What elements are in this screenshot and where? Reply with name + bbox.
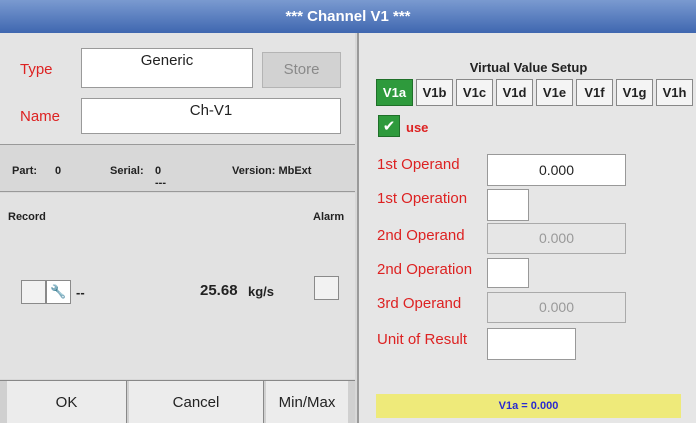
measured-unit: kg/s (248, 284, 275, 299)
minmax-button[interactable]: Min/Max (266, 381, 348, 423)
part-label: Part: (12, 165, 38, 177)
tab-v1a[interactable]: V1a (376, 79, 413, 106)
type-label: Type (20, 61, 53, 78)
wrench-icon[interactable]: 🔧 (46, 280, 71, 304)
measured-value: 25.68 (200, 282, 238, 299)
use-checkbox[interactable]: ✔ (378, 115, 400, 137)
alarm-label: Alarm (313, 211, 345, 223)
name-field[interactable]: Ch-V1 (81, 98, 341, 134)
first-operand-label: 1st Operand (377, 156, 460, 173)
tab-v1b[interactable]: V1b (416, 79, 453, 106)
second-operation-field[interactable] (487, 258, 529, 288)
device-info-row: Part: 0 Serial: 0 --- Version: MbExt (0, 146, 355, 192)
tab-v1h[interactable]: V1h (656, 79, 693, 106)
record-area: Record Alarm 🔧 -- 25.68 kg/s (0, 193, 355, 379)
version-label: Version: MbExt (232, 165, 312, 177)
checkmark-icon: ✔ (382, 118, 396, 135)
tab-v1g[interactable]: V1g (616, 79, 653, 106)
bottom-button-bar: OK Cancel Min/Max (0, 380, 355, 423)
second-operand-field[interactable]: 0.000 (487, 223, 626, 254)
part-value: 0 (55, 165, 62, 177)
virtual-tabs: V1a V1b V1c V1d V1e V1f V1g V1h (376, 79, 693, 106)
alarm-toggle-button[interactable] (314, 276, 339, 300)
type-field[interactable]: Generic (81, 48, 253, 88)
third-operand-field[interactable]: 0.000 (487, 292, 626, 323)
tab-v1f[interactable]: V1f (576, 79, 613, 106)
serial-value: 0 (155, 165, 162, 177)
channel-config-panel: Type Generic Store Name Ch-V1 (0, 33, 355, 145)
result-display: V1a = 0.000 (376, 394, 681, 418)
second-operation-label: 2nd Operation (377, 261, 473, 278)
tab-v1d[interactable]: V1d (496, 79, 533, 106)
unit-of-result-label: Unit of Result (377, 331, 468, 348)
virtual-value-title: Virtual Value Setup (469, 60, 588, 75)
unit-of-result-field[interactable] (487, 328, 576, 360)
serial-label: Serial: (110, 165, 144, 177)
sensor-status-text: -- (76, 285, 85, 300)
virtual-value-panel: Virtual Value Setup V1a V1b V1c V1d V1e … (357, 33, 696, 423)
window-title: *** Channel V1 *** (0, 0, 696, 33)
cancel-button[interactable]: Cancel (129, 381, 264, 423)
name-label: Name (20, 108, 61, 125)
record-toggle-button[interactable] (21, 280, 46, 304)
second-operand-label: 2nd Operand (377, 227, 465, 244)
record-label: Record (8, 211, 46, 223)
serial-subtext: --- (155, 177, 166, 189)
first-operand-field[interactable]: 0.000 (487, 154, 626, 186)
tab-v1e[interactable]: V1e (536, 79, 573, 106)
ok-button[interactable]: OK (7, 381, 127, 423)
use-label: use (406, 120, 429, 135)
first-operation-label: 1st Operation (377, 190, 468, 207)
third-operand-label: 3rd Operand (377, 295, 462, 312)
store-button[interactable]: Store (262, 52, 341, 88)
first-operation-field[interactable] (487, 189, 529, 221)
tab-v1c[interactable]: V1c (456, 79, 493, 106)
